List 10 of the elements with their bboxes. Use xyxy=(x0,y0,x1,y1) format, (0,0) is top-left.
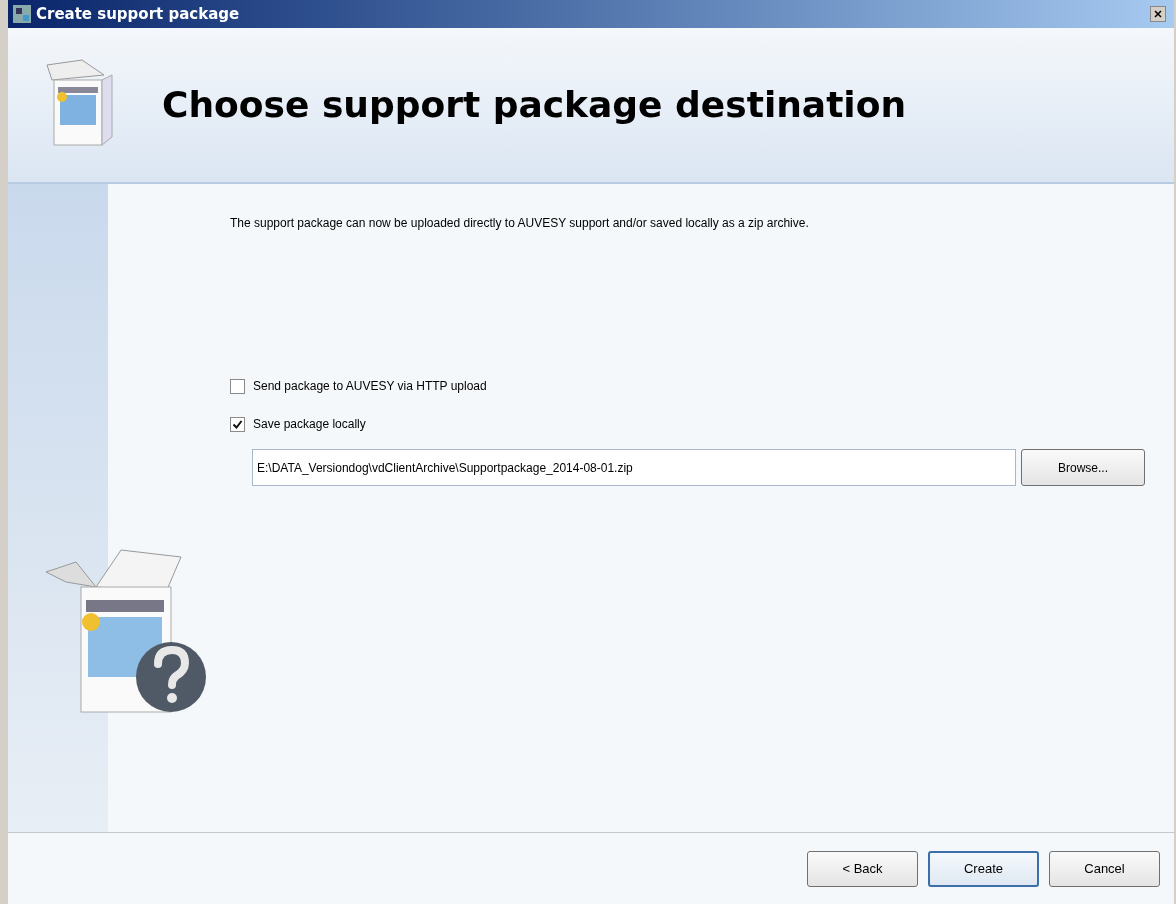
page-heading: Choose support package destination xyxy=(162,83,907,127)
dialog-button[interactable]: < Back xyxy=(807,850,918,887)
window-title: Create support package xyxy=(36,3,240,25)
option-label[interactable]: Send package to AUVESY via HTTP upload xyxy=(253,377,487,395)
path-field[interactable]: E:\DATA_Versiondog\vdClientArchive\Supportpackage_2014-08-01.zip xyxy=(252,449,1016,486)
description-text: The support package can now be uploaded directly to AUVESY support and/or saved locally as a zip archive. xyxy=(230,215,810,232)
dialog-button[interactable]: Create xyxy=(928,850,1039,887)
dialog-button[interactable]: Cancel xyxy=(1049,850,1160,887)
option-label[interactable]: Save package locally xyxy=(253,415,366,433)
browse-button[interactable]: Browse... xyxy=(1021,449,1145,486)
